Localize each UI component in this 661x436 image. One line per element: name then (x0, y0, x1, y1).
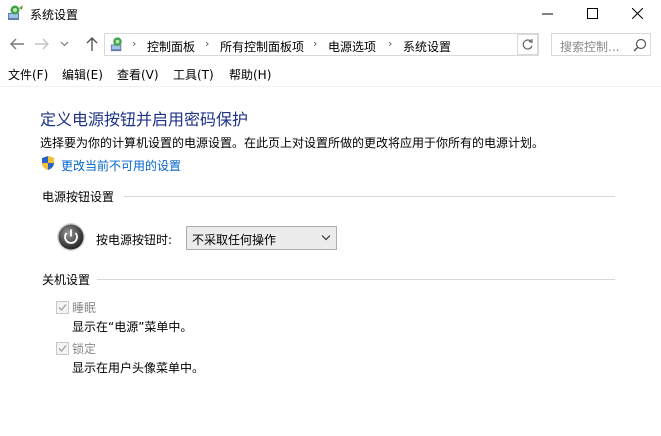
checkmark-icon (58, 345, 67, 352)
chevron-down-icon (60, 41, 68, 47)
forward-button[interactable] (33, 34, 51, 54)
menu-divider (0, 86, 661, 87)
breadcrumb-all-items[interactable]: 所有控制面板项 (220, 38, 304, 55)
power-button-action-select[interactable]: 不采取任何操作 (186, 226, 337, 250)
lock-checkbox[interactable] (56, 342, 69, 355)
breadcrumb-power-options[interactable]: 电源选项 (328, 38, 376, 55)
lock-label[interactable]: 锁定 (72, 340, 96, 357)
maximize-icon (586, 7, 598, 19)
lock-description: 显示在用户头像菜单中。 (72, 361, 205, 375)
menu-file[interactable]: 文件(F) (8, 66, 48, 83)
page-description: 选择要为你的计算机设置的电源设置。在此页上对设置所做的更改将应用于你所有的电源计… (40, 136, 545, 150)
menu-help[interactable]: 帮助(H) (229, 66, 271, 83)
maximize-button[interactable] (572, 0, 612, 26)
breadcrumb-control-panel[interactable]: 控制面板 (147, 38, 195, 55)
power-button-action-value[interactable]: 不采取任何操作 (192, 231, 276, 248)
menu-bar: 文件(F) 编辑(E) 查看(V) 工具(T) 帮助(H) (0, 63, 661, 83)
power-button-label: 按电源按钮时: (96, 233, 173, 247)
close-button[interactable] (617, 0, 657, 26)
breadcrumb-separator[interactable]: › (205, 37, 209, 50)
change-unavailable-settings-link[interactable]: 更改当前不可用的设置 (61, 157, 181, 174)
up-button[interactable] (83, 34, 101, 54)
minimize-icon (541, 13, 553, 14)
sleep-description: 显示在“电源”菜单中。 (72, 320, 193, 334)
close-icon (631, 7, 643, 19)
search-box[interactable]: 搜索控制... (551, 33, 651, 56)
back-button[interactable] (8, 34, 26, 54)
window-title: 系统设置 (30, 8, 79, 22)
page-title: 定义电源按钮并启用密码保护 (40, 110, 249, 129)
sleep-label[interactable]: 睡眠 (72, 299, 96, 316)
control-panel-icon (110, 37, 122, 52)
menu-tools[interactable]: 工具(T) (173, 66, 214, 83)
up-arrow-icon (86, 37, 98, 51)
title-bar: 系统设置 (0, 0, 661, 28)
breadcrumb-separator[interactable]: › (313, 37, 317, 50)
search-placeholder[interactable]: 搜索控制... (560, 38, 619, 55)
navigation-bar: › 控制面板 › 所有控制面板项 › 电源选项 › 系统设置 搜索控制... (0, 30, 661, 58)
recent-locations-button[interactable] (58, 34, 70, 54)
address-bar[interactable]: › 控制面板 › 所有控制面板项 › 电源选项 › 系统设置 (104, 33, 539, 56)
menu-edit[interactable]: 编辑(E) (62, 66, 103, 83)
power-button-section-title: 电源按钮设置 (42, 190, 115, 204)
breadcrumb-separator[interactable]: › (388, 37, 392, 50)
forward-arrow-icon (35, 38, 49, 50)
power-button-icon (57, 223, 85, 251)
breadcrumb-separator[interactable]: › (132, 37, 136, 50)
refresh-icon (522, 38, 533, 50)
chevron-down-icon (321, 235, 331, 241)
shutdown-section-title: 关机设置 (42, 273, 91, 287)
back-arrow-icon (10, 38, 24, 50)
refresh-button[interactable] (517, 34, 538, 55)
control-panel-icon (8, 5, 23, 20)
section-divider (97, 279, 615, 280)
checkmark-icon (58, 304, 67, 311)
uac-shield-icon (42, 156, 54, 170)
breadcrumb-system-settings[interactable]: 系统设置 (403, 38, 451, 55)
search-icon[interactable] (633, 38, 647, 52)
menu-view[interactable]: 查看(V) (117, 66, 159, 83)
minimize-button[interactable] (527, 0, 567, 26)
section-divider (124, 196, 615, 197)
sleep-checkbox[interactable] (56, 301, 69, 314)
